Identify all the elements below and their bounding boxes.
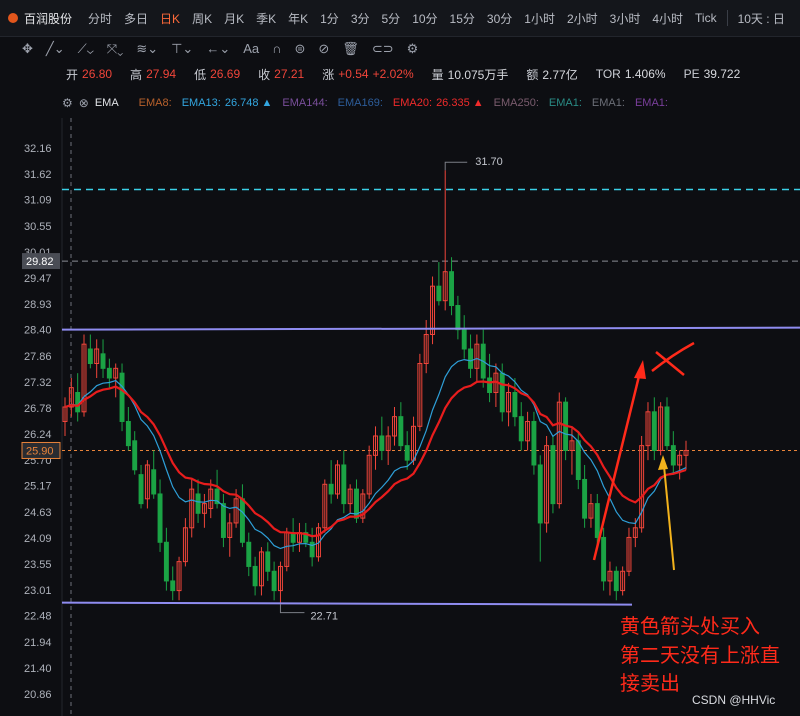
candle-body-11 [132, 440, 138, 471]
candlestick-chart[interactable]: 32.1631.6231.0930.5530.0129.4728.9328.40… [0, 0, 800, 716]
candle-body-71 [512, 391, 518, 418]
resistance-line [61, 326, 800, 331]
candle-body-69 [499, 372, 505, 413]
y-tick-label-13: 25.17 [24, 481, 52, 493]
candle-body-2 [75, 391, 81, 413]
red-arrow-head [634, 360, 646, 379]
candle-body-30 [252, 565, 258, 587]
y-tick-label-8: 27.86 [24, 351, 52, 363]
y-tick-label-9: 27.32 [24, 377, 52, 389]
y-tick-label-19: 21.94 [24, 637, 52, 649]
candle-body-82 [582, 478, 588, 519]
candle-body-61 [449, 271, 455, 307]
candle-body-87 [613, 570, 619, 592]
candle-body-25 [220, 503, 226, 538]
candle-body-72 [518, 416, 524, 442]
candle-body-53 [398, 416, 404, 447]
high-label-leader [444, 161, 468, 171]
high-price-label: 31.70 [475, 156, 503, 168]
candle-body-63 [461, 329, 467, 350]
low-label-leader [279, 604, 305, 614]
candle-body-67 [487, 377, 493, 393]
annotation-line-3: 接卖出 [620, 672, 680, 695]
candle-body-84 [594, 503, 600, 538]
candle-body-81 [575, 440, 581, 480]
y-tick-label-1: 31.62 [24, 169, 52, 181]
candle-body-64 [468, 348, 474, 369]
y-tick-label-10: 26.78 [24, 403, 52, 415]
candle-body-6 [100, 353, 106, 369]
candle-body-75 [537, 464, 543, 524]
crosshair-price-text: 29.82 [26, 256, 54, 268]
candle-body-50 [379, 435, 385, 451]
y-tick-label-0: 32.16 [24, 143, 52, 155]
annotation-line-2: 第二天没有上涨直 [620, 644, 780, 667]
candle-body-62 [455, 305, 461, 331]
candle-body-93 [651, 411, 657, 451]
y-tick-label-20: 21.40 [24, 663, 52, 675]
candle-body-95 [664, 406, 670, 447]
candle-body-28 [239, 498, 245, 543]
candle-body-54 [404, 445, 410, 461]
y-tick-label-15: 24.09 [24, 533, 52, 545]
yellow-arrow-head [658, 455, 668, 470]
candle-body-32 [265, 551, 271, 572]
y-tick-label-17: 23.01 [24, 585, 52, 597]
candle-body-59 [436, 285, 442, 302]
y-tick-label-16: 23.55 [24, 559, 52, 571]
candle-body-96 [670, 445, 676, 466]
y-tick-label-21: 20.86 [24, 689, 52, 701]
candle-body-44 [341, 464, 347, 505]
yellow-arrow-shaft [663, 465, 675, 571]
current-price-text: 25.90 [26, 445, 54, 457]
watermark-text: CSDN @HHVic [692, 693, 775, 707]
candle-body-21 [195, 493, 201, 514]
candle-body-29 [246, 541, 252, 567]
candle-body-14 [151, 469, 157, 495]
candle-body-9 [119, 372, 125, 422]
candle-body-10 [125, 420, 131, 447]
candle-body-74 [531, 420, 537, 466]
y-tick-label-14: 24.63 [24, 507, 52, 519]
candle-body-4 [87, 348, 93, 365]
candle-body-12 [138, 474, 144, 505]
candle-body-17 [170, 580, 176, 592]
y-tick-label-7: 28.40 [24, 325, 52, 337]
candle-body-42 [328, 483, 334, 495]
candle-body-16 [163, 541, 169, 582]
y-tick-label-18: 22.48 [24, 611, 52, 623]
candle-body-15 [157, 493, 163, 543]
candle-body-77 [550, 445, 556, 505]
support-line [61, 601, 633, 606]
candle-body-33 [271, 570, 277, 592]
low-price-label: 22.71 [310, 611, 338, 623]
y-tick-label-3: 30.55 [24, 221, 52, 233]
y-tick-label-6: 28.93 [24, 299, 52, 311]
candle-body-7 [106, 367, 112, 379]
y-tick-label-5: 29.47 [24, 273, 52, 285]
y-tick-label-11: 26.24 [24, 429, 52, 441]
y-tick-label-2: 31.09 [24, 195, 52, 207]
annotation-line-1: 黄色箭头处买入 [620, 615, 760, 638]
candle-body-85 [601, 536, 607, 582]
